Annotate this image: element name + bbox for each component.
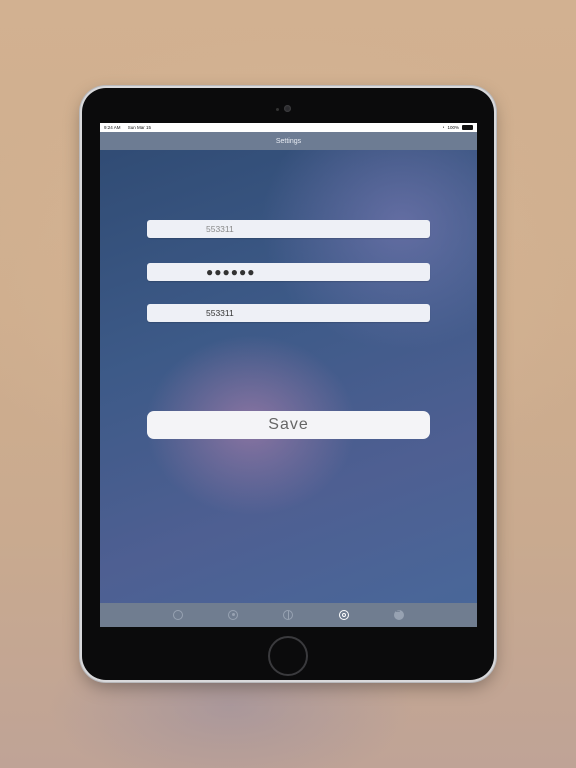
more-icon[interactable]	[394, 609, 405, 620]
front-camera	[284, 105, 291, 112]
code-field[interactable]: 553311	[147, 304, 430, 322]
battery-icon	[462, 125, 473, 130]
page-title: Settings	[275, 137, 302, 145]
status-left: 9:24 AM Sun Mar 15	[104, 125, 157, 130]
username-field[interactable]: 553311	[147, 220, 430, 238]
device-screen: 9:24 AM Sun Mar 15 ◔ 100% Settings 55331…	[100, 123, 477, 627]
globe-icon[interactable]	[283, 610, 294, 620]
home-button[interactable]	[268, 636, 308, 676]
password-dots: ●●●●●●	[206, 265, 256, 279]
wifi-icon: ◔	[441, 124, 445, 131]
person-icon[interactable]	[228, 610, 239, 620]
save-button[interactable]: Save	[147, 411, 430, 439]
sensor-dot	[276, 108, 279, 111]
nav-bar: Settings	[100, 132, 477, 150]
battery-percent: 100%	[447, 125, 459, 130]
camera-icon[interactable]	[172, 610, 183, 620]
status-date: Sun Mar 15	[127, 125, 152, 130]
tablet-frame: 9:24 AM Sun Mar 15 ◔ 100% Settings 55331…	[82, 88, 494, 680]
status-right: ◔ 100%	[441, 125, 473, 131]
password-field[interactable]: ●●●●●●	[147, 263, 430, 281]
code-value: 553311	[206, 308, 234, 318]
tab-bar	[100, 603, 477, 627]
status-bar: 9:24 AM Sun Mar 15 ◔ 100%	[100, 123, 477, 132]
username-placeholder: 553311	[206, 224, 234, 234]
settings-target-icon[interactable]	[338, 610, 349, 620]
status-time: 9:24 AM	[104, 125, 121, 130]
